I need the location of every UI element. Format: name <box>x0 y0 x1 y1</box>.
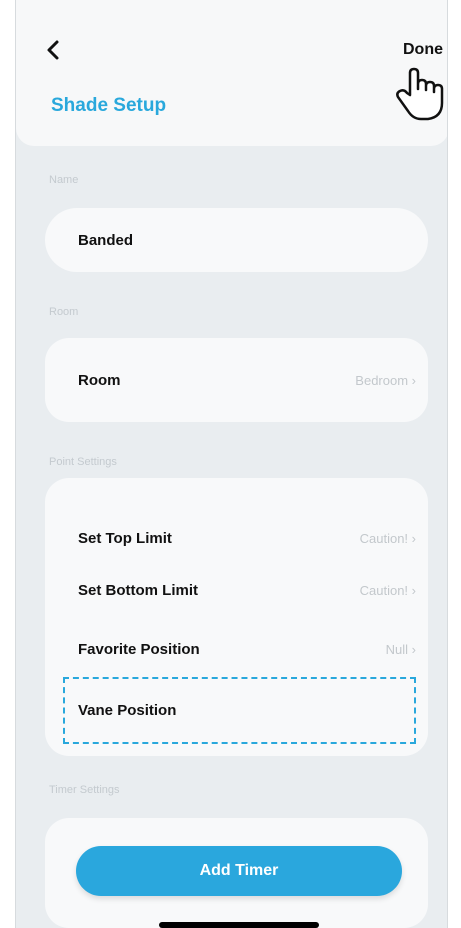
section-label-name: Name <box>49 174 79 186</box>
settings-row-set-top-limit[interactable]: Set Top Limit Caution! › <box>45 518 428 558</box>
header: Done Shade Setup <box>16 0 447 146</box>
name-field[interactable]: Banded <box>45 208 428 272</box>
room-row-value: Bedroom › <box>355 373 416 388</box>
settings-row-label: Set Bottom Limit <box>78 582 198 599</box>
app-screen: Done Shade Setup Name Banded Room Room B… <box>15 0 448 928</box>
back-button[interactable] <box>42 38 66 62</box>
home-indicator <box>159 922 319 928</box>
room-row[interactable]: Room Bedroom › <box>45 360 428 400</box>
settings-row-label: Favorite Position <box>78 641 200 658</box>
settings-row-value: Caution! › <box>359 531 416 546</box>
vane-position-highlight <box>63 677 416 744</box>
chevron-right-icon: › <box>408 583 416 598</box>
hand-pointer-icon <box>396 67 444 121</box>
settings-row-label: Set Top Limit <box>78 530 172 547</box>
section-label-timer-settings: Timer Settings <box>49 784 120 796</box>
chevron-right-icon: › <box>408 642 416 657</box>
room-card: Room Bedroom › <box>45 338 428 422</box>
page-title: Shade Setup <box>51 95 167 116</box>
settings-row-value: Null › <box>385 642 416 657</box>
section-label-point-settings: Point Settings <box>49 456 117 468</box>
settings-row-favorite-position[interactable]: Favorite Position Null › <box>45 631 428 671</box>
chevron-right-icon: › <box>408 531 416 546</box>
room-row-label: Room <box>78 372 121 389</box>
chevron-left-icon <box>47 40 59 60</box>
settings-row-set-bottom-limit[interactable]: Set Bottom Limit Caution! › <box>45 570 428 610</box>
add-timer-button[interactable]: Add Timer <box>76 846 402 896</box>
name-value: Banded <box>78 232 134 249</box>
chevron-right-icon: › <box>408 373 416 388</box>
done-button[interactable]: Done <box>403 41 443 59</box>
section-label-room: Room <box>49 306 79 318</box>
settings-row-value: Caution! › <box>359 583 416 598</box>
